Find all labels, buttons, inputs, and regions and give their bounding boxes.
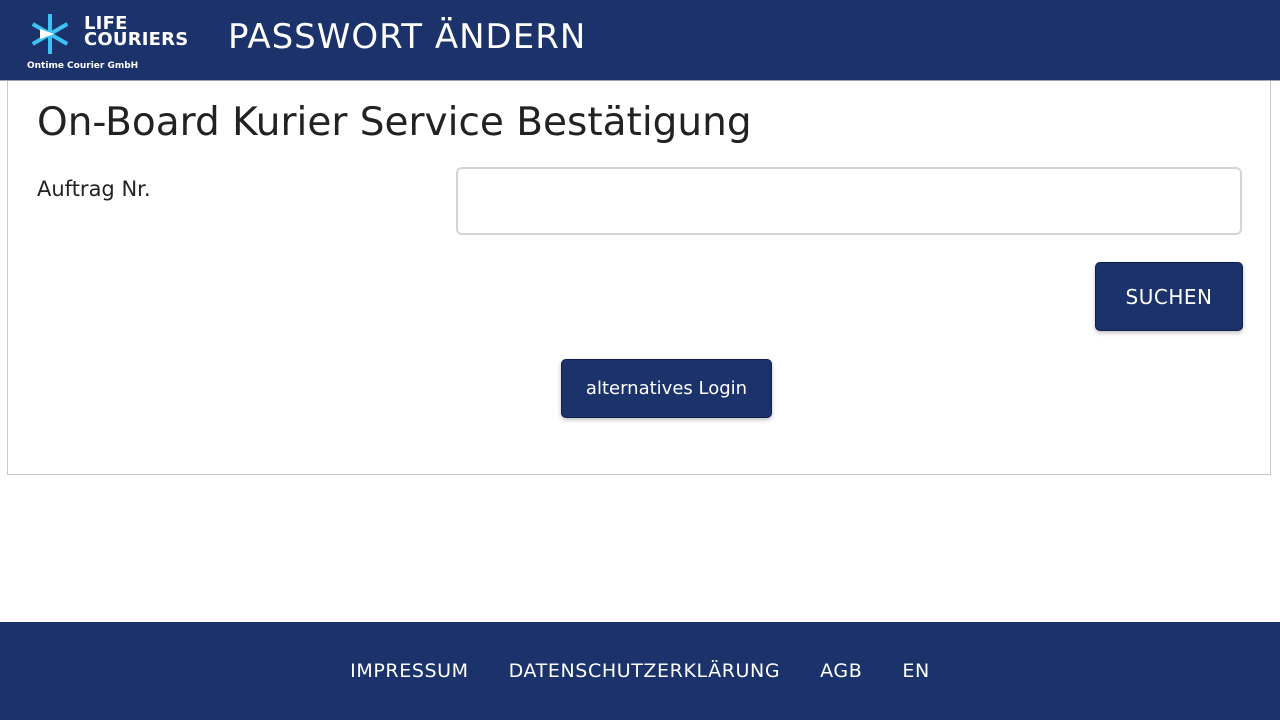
life-couriers-logo[interactable]: LIFE COURIERS Ontime Courier GmbH: [26, 10, 196, 74]
footer: IMPRESSUM DATENSCHUTZERKLÄRUNG AGB EN: [0, 622, 1280, 720]
card-title: On-Board Kurier Service Bestätigung: [37, 100, 752, 145]
logo-subtitle: Ontime Courier GmbH: [27, 61, 139, 71]
order-number-label: Auftrag Nr.: [37, 177, 151, 201]
logo-text-line2: COURIERS: [84, 29, 189, 50]
top-header: LIFE COURIERS Ontime Courier GmbH PASSWO…: [0, 0, 1280, 81]
confirmation-card: On-Board Kurier Service Bestätigung Auft…: [7, 81, 1271, 475]
order-number-input[interactable]: [456, 167, 1242, 235]
page-title: PASSWORT ÄNDERN: [228, 17, 587, 57]
footer-link-language[interactable]: EN: [902, 660, 929, 682]
star-of-life-icon: [31, 14, 69, 54]
footer-link-datenschutz[interactable]: DATENSCHUTZERKLÄRUNG: [509, 660, 781, 682]
alternative-login-button[interactable]: alternatives Login: [561, 359, 772, 418]
footer-link-agb[interactable]: AGB: [820, 660, 862, 682]
search-button[interactable]: SUCHEN: [1095, 262, 1243, 331]
footer-link-impressum[interactable]: IMPRESSUM: [350, 660, 468, 682]
footer-nav: IMPRESSUM DATENSCHUTZERKLÄRUNG AGB EN: [0, 660, 1280, 682]
